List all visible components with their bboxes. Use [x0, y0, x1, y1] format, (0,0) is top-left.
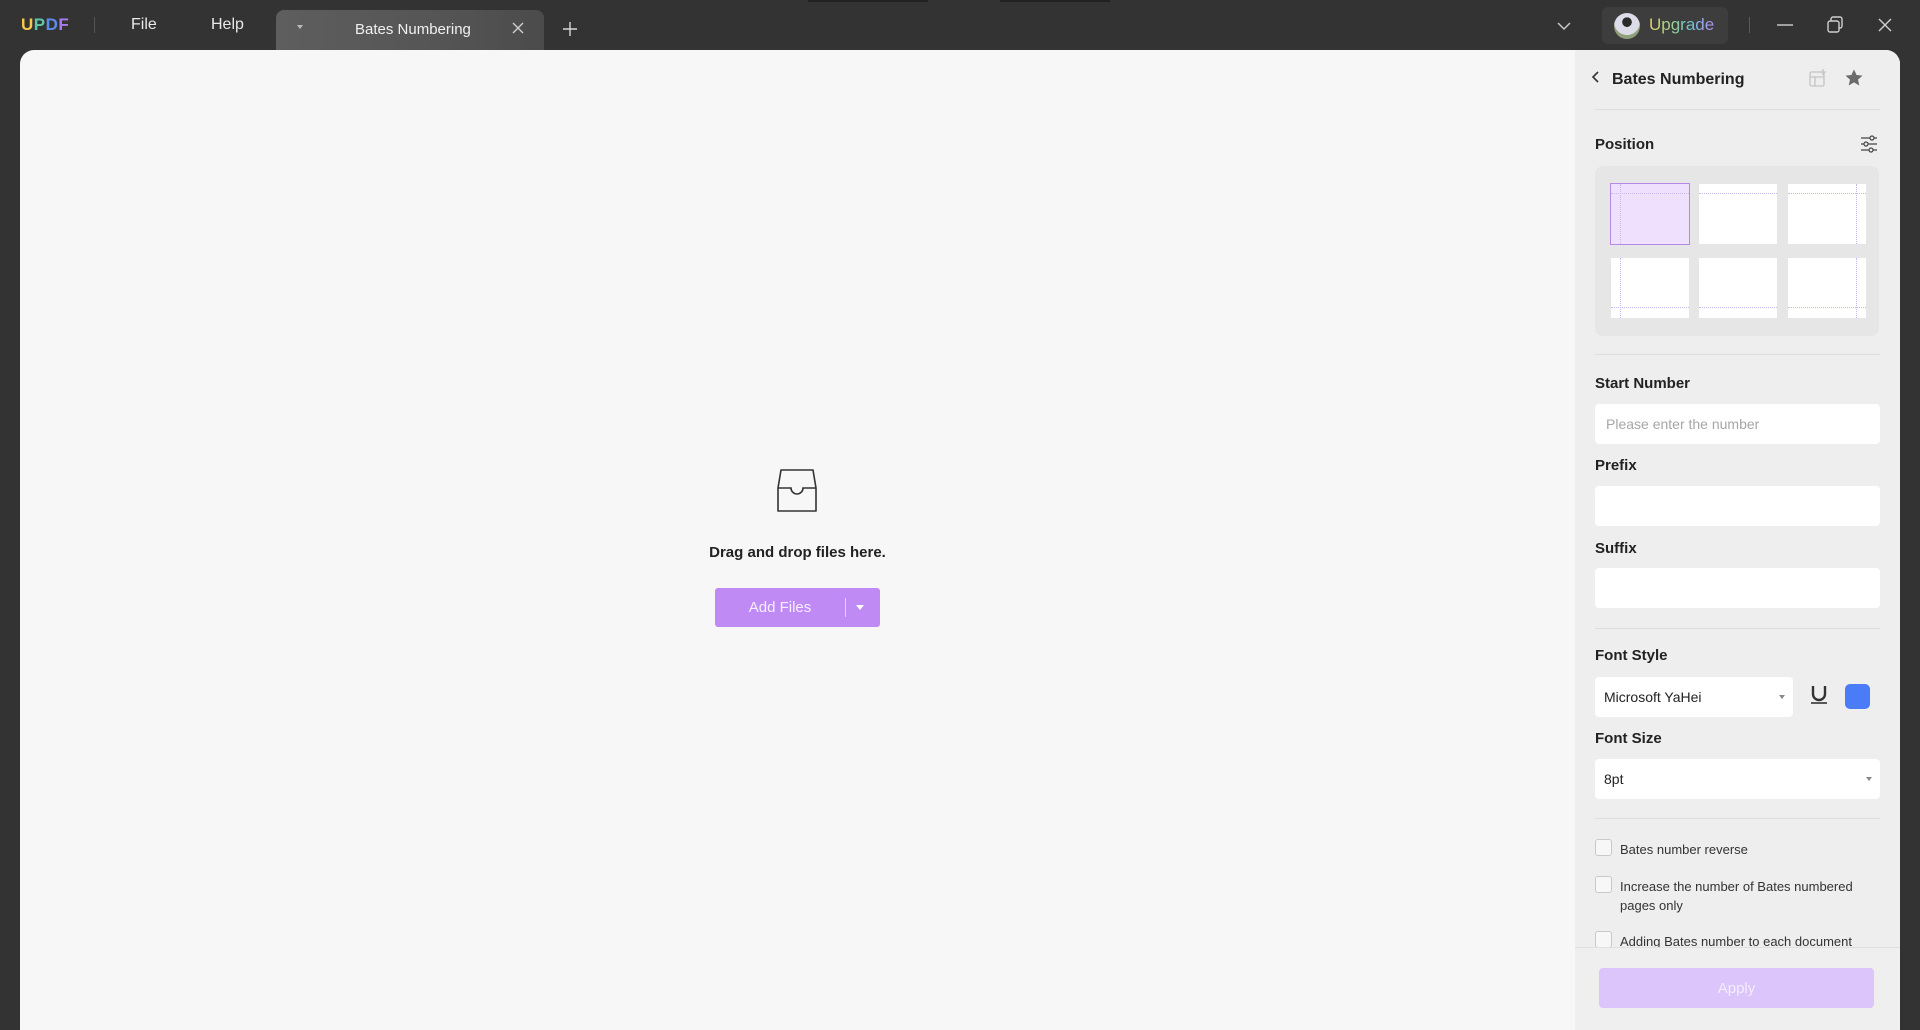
checkbox[interactable]: [1595, 876, 1612, 893]
new-tab-icon[interactable]: [560, 19, 580, 39]
inbox-tray-icon: [777, 469, 817, 512]
chevron-down-icon[interactable]: [1554, 16, 1574, 36]
guide-line: [1788, 307, 1866, 308]
chevron-down-icon: [1779, 695, 1785, 699]
position-bottom-center[interactable]: [1699, 258, 1777, 318]
option-bates-reverse[interactable]: Bates number reverse: [1595, 839, 1885, 861]
restore-icon[interactable]: [1822, 12, 1848, 38]
updf-logo: UPDF: [21, 15, 69, 35]
font-family-value: Microsoft YaHei: [1604, 689, 1702, 705]
title-bar: UPDF File Help Bates Numbering Upgrade: [0, 0, 1920, 50]
checkbox[interactable]: [1595, 839, 1612, 856]
start-number-label: Start Number: [1595, 375, 1691, 392]
font-family-select[interactable]: Microsoft YaHei: [1595, 677, 1793, 717]
bates-numbering-panel: Bates Numbering Position Start Number Pl…: [1575, 50, 1900, 1030]
file-drop-zone[interactable]: Drag and drop files here. Add Files: [20, 50, 1575, 1030]
menu-help[interactable]: Help: [211, 16, 244, 34]
chevron-down-icon: [1866, 777, 1872, 781]
font-color-swatch[interactable]: [1845, 684, 1870, 709]
guide-line: [1856, 258, 1857, 318]
guide-line: [1856, 184, 1857, 244]
tab-dropdown-icon[interactable]: [297, 25, 303, 29]
add-template-icon[interactable]: [1808, 68, 1828, 88]
prefix-input[interactable]: [1595, 486, 1880, 526]
panel-title: Bates Numbering: [1612, 71, 1745, 88]
logo-letter: P: [33, 15, 46, 34]
option-increase-numbered-only[interactable]: Increase the number of Bates numbered pa…: [1595, 876, 1885, 916]
divider: [1749, 17, 1750, 33]
option-label: Bates number reverse: [1620, 842, 1748, 857]
prefix-label: Prefix: [1595, 457, 1637, 474]
add-files-label: Add Files: [748, 599, 812, 616]
window-top-edge: [808, 0, 928, 2]
logo-letter: D: [45, 15, 59, 34]
window-content: Drag and drop files here. Add Files Bate…: [20, 50, 1900, 1030]
font-size-label: Font Size: [1595, 730, 1662, 747]
close-window-icon[interactable]: [1872, 12, 1898, 38]
add-files-dropdown-icon[interactable]: [856, 605, 864, 610]
panel-header: Bates Numbering: [1575, 50, 1900, 110]
suffix-input[interactable]: [1595, 568, 1880, 608]
guide-line: [1788, 193, 1866, 194]
divider: [845, 598, 846, 617]
position-bottom-left[interactable]: [1611, 258, 1689, 318]
divider: [1595, 628, 1880, 629]
start-number-input[interactable]: [1595, 404, 1880, 444]
tab-label: Bates Numbering: [355, 21, 471, 38]
position-top-right[interactable]: [1788, 184, 1866, 244]
position-bottom-right[interactable]: [1788, 258, 1866, 318]
star-icon[interactable]: [1844, 68, 1864, 88]
settings-sliders-icon[interactable]: [1859, 134, 1879, 154]
back-arrow-icon[interactable]: [1589, 69, 1603, 85]
tab-bates-numbering[interactable]: Bates Numbering: [276, 10, 544, 50]
option-label: Increase the number of Bates numbered pa…: [1620, 879, 1853, 913]
logo-letter: U: [21, 15, 34, 34]
guide-line: [1699, 307, 1777, 308]
position-label: Position: [1595, 136, 1655, 153]
font-size-select[interactable]: 8pt: [1595, 759, 1880, 799]
window-top-edge: [1000, 0, 1110, 2]
font-size-value: 8pt: [1604, 771, 1624, 787]
avatar[interactable]: [1614, 13, 1640, 39]
close-tab-icon[interactable]: [509, 19, 527, 37]
divider: [1595, 818, 1880, 819]
divider: [94, 17, 95, 33]
guide-line: [1699, 193, 1777, 194]
font-style-label: Font Style: [1595, 647, 1668, 664]
guide-line: [1611, 307, 1689, 308]
guide-line: [1620, 258, 1621, 318]
guide-line: [1611, 193, 1689, 194]
upgrade-button[interactable]: Upgrade: [1602, 7, 1728, 44]
add-files-button[interactable]: Add Files: [715, 588, 880, 627]
panel-footer: Apply: [1575, 947, 1900, 1030]
suffix-label: Suffix: [1595, 540, 1637, 557]
drop-instructions: Drag and drop files here.: [709, 544, 886, 561]
underline-icon[interactable]: [1807, 682, 1831, 706]
guide-line: [1620, 184, 1621, 244]
logo-letter: F: [58, 15, 70, 34]
menu-file[interactable]: File: [131, 16, 157, 34]
position-top-center[interactable]: [1699, 184, 1777, 244]
checkbox[interactable]: [1595, 931, 1612, 948]
divider: [1595, 354, 1880, 355]
minimize-icon[interactable]: [1772, 12, 1798, 38]
apply-button[interactable]: Apply: [1599, 968, 1874, 1008]
position-top-left[interactable]: [1610, 183, 1690, 245]
divider: [1595, 109, 1880, 110]
position-grid: [1595, 166, 1879, 336]
upgrade-label: Upgrade: [1649, 15, 1715, 34]
